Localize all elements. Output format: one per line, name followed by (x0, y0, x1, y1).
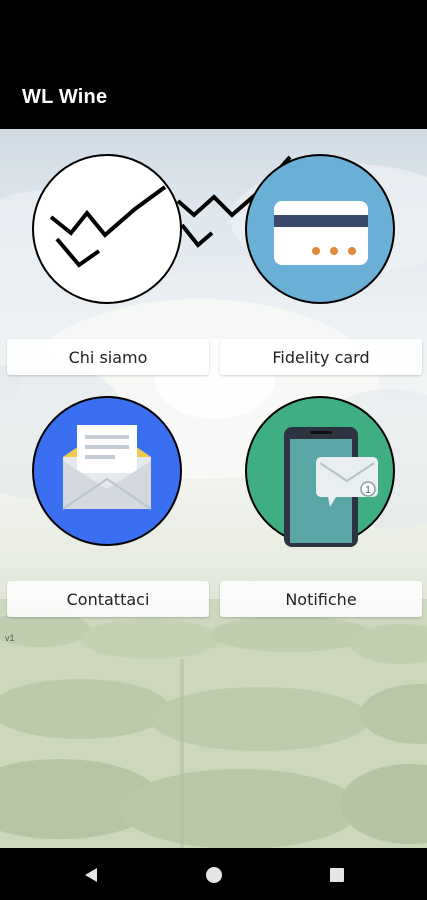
zigzag-logo-icon[interactable] (31, 153, 183, 305)
version-label: v1 (5, 633, 15, 643)
notifiche-button[interactable]: Notifiche (220, 581, 422, 617)
credit-card-icon[interactable] (244, 153, 396, 305)
chi-siamo-button[interactable]: Chi siamo (7, 339, 209, 375)
recents-icon[interactable] (328, 866, 346, 884)
app-title: WL Wine (22, 86, 108, 108)
navigation-bar (0, 848, 427, 900)
main-content: Chi siamo Fidelity card Contattaci 1 Not… (0, 129, 427, 848)
recents-button[interactable] (324, 862, 350, 888)
open-envelope-icon[interactable] (31, 395, 183, 547)
back-button[interactable] (78, 862, 104, 888)
fidelity-card-button[interactable]: Fidelity card (220, 339, 422, 375)
phone-message-icon[interactable]: 1 (244, 395, 396, 547)
back-icon[interactable] (82, 866, 100, 884)
app-bar: WL Wine (0, 62, 427, 129)
status-bar (0, 0, 427, 62)
contattaci-button[interactable]: Contattaci (7, 581, 209, 617)
notification-badge-count: 1 (365, 485, 371, 496)
home-button[interactable] (201, 862, 227, 888)
home-icon[interactable] (205, 866, 223, 884)
